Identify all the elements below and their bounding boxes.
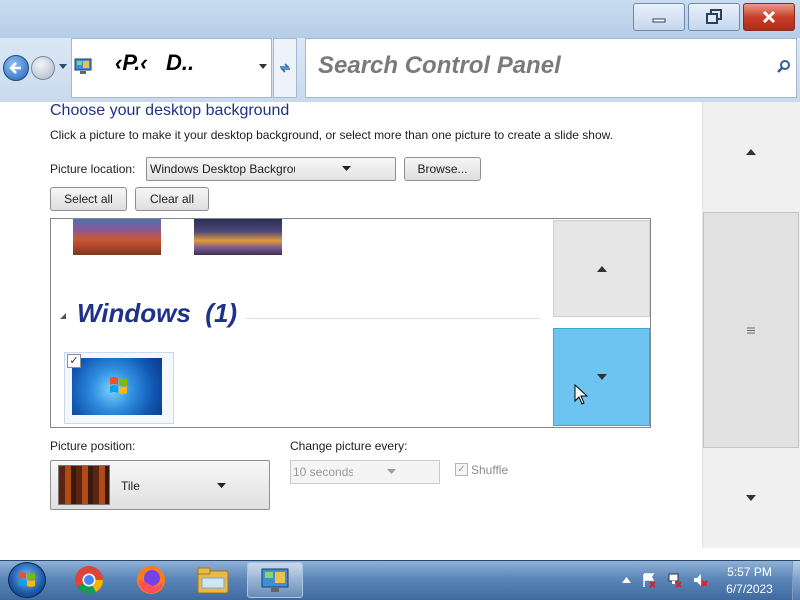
- control-panel-icon: [261, 568, 289, 592]
- refresh-icon: [280, 63, 290, 73]
- gallery-scroll-up-button[interactable]: [553, 220, 650, 317]
- minimize-icon: [652, 18, 666, 23]
- change-picture-value: 10 seconds: [293, 465, 353, 479]
- search-input[interactable]: [318, 48, 758, 84]
- wallpaper-checkbox[interactable]: ✓: [67, 354, 81, 368]
- start-button[interactable]: [8, 562, 46, 598]
- gallery-group-header[interactable]: Windows (1): [77, 298, 237, 329]
- control-panel-icon: [73, 56, 93, 78]
- show-desktop-button[interactable]: [792, 561, 800, 600]
- close-button[interactable]: [743, 3, 795, 31]
- page-description: Click a picture to make it your desktop …: [50, 128, 613, 142]
- chevron-up-icon: [621, 577, 631, 583]
- chevron-down-icon: [385, 466, 397, 478]
- address-path: ‹P.‹ D..: [115, 50, 195, 75]
- restore-button[interactable]: [688, 3, 740, 31]
- show-hidden-icons-button[interactable]: [620, 574, 632, 586]
- clear-all-button[interactable]: Clear all: [135, 187, 209, 211]
- chevron-up-icon: [746, 149, 756, 155]
- firefox-icon: [137, 566, 165, 594]
- wallpaper-thumbnail[interactable]: [194, 219, 282, 255]
- wallpaper-thumbnail[interactable]: [73, 219, 161, 255]
- scrollbar-thumb[interactable]: [703, 212, 799, 448]
- volume-icon[interactable]: [692, 572, 708, 588]
- recent-pages-dropdown[interactable]: [57, 60, 69, 74]
- page-title: Choose your desktop background: [50, 102, 290, 119]
- clock-time[interactable]: 5:57 PM: [712, 565, 787, 579]
- group-divider: [245, 318, 541, 319]
- picture-position-label: Picture position:: [50, 439, 136, 453]
- folder-icon: [197, 567, 229, 594]
- arrow-left-icon: [9, 62, 21, 74]
- restore-icon: [706, 9, 722, 24]
- windows-logo-icon: [19, 572, 35, 587]
- chevron-down-icon: [340, 163, 352, 175]
- change-picture-label: Change picture every:: [290, 439, 408, 453]
- network-icon[interactable]: [667, 572, 683, 588]
- select-all-button[interactable]: Select all: [50, 187, 127, 211]
- action-center-icon[interactable]: [641, 572, 657, 588]
- chevron-down-icon: [215, 480, 227, 492]
- chevron-down-icon: [746, 495, 756, 501]
- mouse-pointer-icon: [574, 383, 590, 406]
- clock-date[interactable]: 6/7/2023: [712, 582, 787, 596]
- picture-location-value: Windows Desktop Backgrounds: [150, 162, 295, 176]
- shuffle-checkbox[interactable]: ✓: [455, 463, 468, 476]
- taskbar-file-explorer-button[interactable]: [185, 562, 241, 598]
- forward-button[interactable]: [31, 56, 55, 80]
- gallery-scroll-down-button[interactable]: [553, 328, 650, 426]
- address-dropdown[interactable]: [256, 60, 270, 74]
- back-button[interactable]: [3, 55, 29, 81]
- taskbar-firefox-button[interactable]: [123, 562, 179, 598]
- chrome-icon: [75, 566, 103, 594]
- grip-icon: [747, 327, 755, 333]
- scroll-down-button[interactable]: [702, 448, 800, 548]
- tile-preview-thumbnail: [58, 465, 110, 505]
- picture-position-value: Tile: [121, 479, 140, 493]
- browse-button[interactable]: Browse...: [404, 157, 481, 181]
- windows-wallpaper-thumbnail[interactable]: [72, 358, 162, 415]
- scroll-up-button[interactable]: [702, 102, 800, 202]
- picture-location-label: Picture location:: [50, 162, 136, 176]
- search-icon[interactable]: [775, 58, 793, 76]
- shuffle-label: Shuffle: [471, 463, 509, 477]
- windows-logo-icon: [110, 377, 127, 394]
- refresh-button[interactable]: [273, 38, 297, 98]
- taskbar-control-panel-button[interactable]: [247, 562, 303, 598]
- minimize-button[interactable]: [633, 3, 685, 31]
- taskbar-chrome-button[interactable]: [61, 562, 117, 598]
- close-icon: [762, 10, 776, 24]
- chevron-down-icon: [259, 64, 267, 69]
- chevron-down-icon: [596, 374, 607, 380]
- collapse-group-icon[interactable]: [58, 311, 68, 321]
- chevron-down-icon: [59, 64, 67, 69]
- chevron-up-icon: [596, 265, 607, 272]
